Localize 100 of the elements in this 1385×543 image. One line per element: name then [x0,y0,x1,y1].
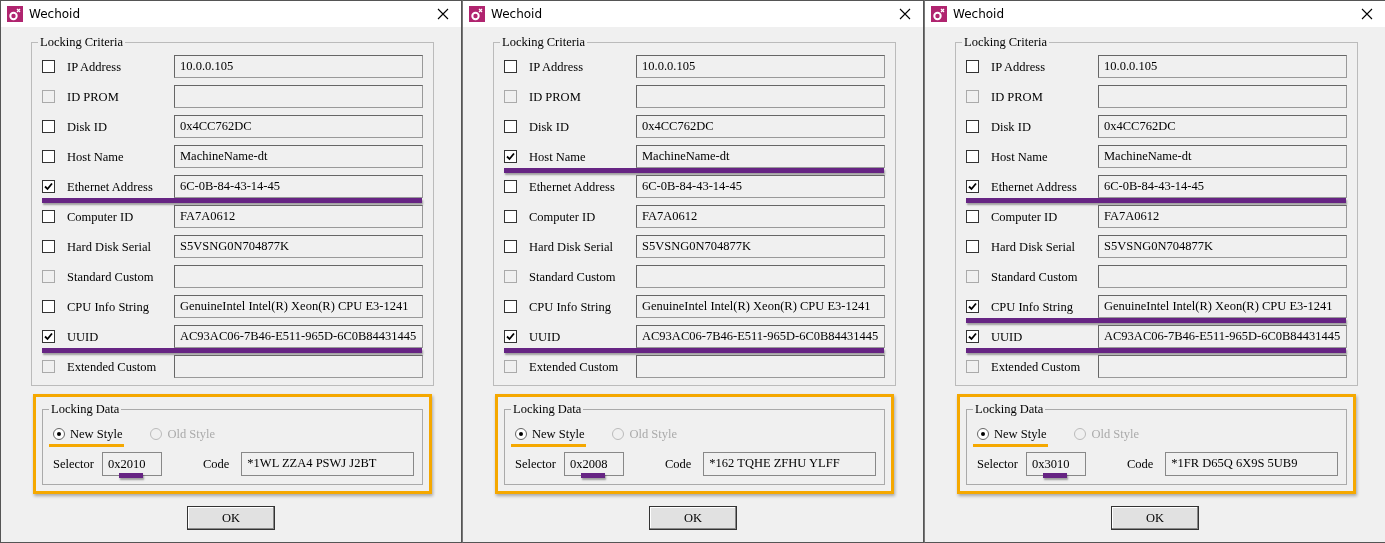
value-field[interactable]: 6C-0B-84-43-14-45 [636,174,885,198]
selector-label: Selector [977,455,1018,473]
checkbox[interactable] [504,59,517,73]
code-field[interactable]: *1WL ZZA4 PSWJ J2BT [241,452,414,476]
value-field[interactable]: 0x4CC762DC [1098,114,1347,138]
selector-value: 0x2008 [569,457,608,471]
checkbox[interactable] [966,119,979,133]
checkbox[interactable] [504,149,517,163]
checkbox[interactable] [966,239,979,253]
value-field[interactable]: FA7A0612 [636,204,885,228]
value-field[interactable]: 6C-0B-84-43-14-45 [1098,174,1347,198]
radio-button[interactable] [515,428,527,440]
checkbox[interactable] [966,149,979,163]
radio-button[interactable] [53,428,65,440]
checkbox[interactable] [504,209,517,223]
checkbox[interactable] [966,209,979,223]
value-field[interactable]: 0x4CC762DC [636,114,885,138]
value-field[interactable]: S5VSNG0N704877K [174,234,423,258]
criterion-label: Hard Disk Serial [67,239,152,257]
checkbox[interactable] [504,179,517,193]
value-field[interactable]: MachineName-dt [636,144,885,168]
code-label: Code [202,455,230,473]
criterion-label: Computer ID [529,209,597,227]
value-field[interactable]: 10.0.0.105 [1098,54,1347,78]
value-field[interactable]: AC93AC06-7B46-E511-965D-6C0B84431445 [1098,324,1347,348]
criterion-label: ID PROM [67,89,120,107]
checkbox[interactable] [504,119,517,133]
value-field[interactable]: MachineName-dt [174,144,423,168]
ok-button[interactable]: OK [1111,506,1199,530]
criterion-label: Disk ID [67,119,108,137]
checkbox[interactable] [966,329,979,343]
group-title: Locking Data [49,401,122,417]
criterion-label: Standard Custom [529,269,617,287]
criterion-label: Hard Disk Serial [529,239,614,257]
value-field[interactable]: GenuineIntel Intel(R) Xeon(R) CPU E3-1241 [636,294,885,318]
value-field[interactable]: GenuineIntel Intel(R) Xeon(R) CPU E3-1241 [1098,294,1347,318]
selector-field[interactable]: 0x3010 [1025,452,1086,476]
value-field[interactable]: S5VSNG0N704877K [1098,234,1347,258]
checkbox[interactable] [42,209,55,223]
code-field[interactable]: *1FR D65Q 6X9S 5UB9 [1165,452,1338,476]
value-field[interactable]: S5VSNG0N704877K [636,234,885,258]
radio-label: New Style [70,425,123,443]
checkbox[interactable] [966,179,979,193]
selector-field[interactable]: 0x2008 [563,452,624,476]
group-title: Locking Criteria [962,34,1049,50]
ok-button[interactable]: OK [187,506,275,530]
checkbox[interactable] [966,299,979,313]
criterion-label: Computer ID [991,209,1059,227]
radio-label: New Style [532,425,585,443]
code-field[interactable]: *162 TQHE ZFHU YLFF [703,452,876,476]
group-title: Locking Criteria [500,34,587,50]
value-field[interactable]: AC93AC06-7B46-E511-965D-6C0B84431445 [636,324,885,348]
ok-button[interactable]: OK [649,506,737,530]
selector-field[interactable]: 0x2010 [101,452,162,476]
close-icon[interactable] [437,8,449,20]
value-field[interactable]: MachineName-dt [1098,144,1347,168]
criterion-label: Standard Custom [991,269,1079,287]
close-icon[interactable] [1361,8,1373,20]
checkbox[interactable] [42,329,55,343]
criterion-label: Host Name [529,149,587,167]
value-field[interactable]: 10.0.0.105 [174,54,423,78]
criterion-label: Extended Custom [529,359,620,377]
criterion-label: IP Address [529,59,585,77]
criterion-label: Disk ID [529,119,570,137]
highlight-underline [580,473,605,478]
checkbox[interactable] [42,119,55,133]
radio-label: Old Style [1091,425,1139,443]
value-field[interactable]: 10.0.0.105 [636,54,885,78]
app-logo-icon [931,6,947,22]
criterion-label: IP Address [991,59,1047,77]
checkbox[interactable] [504,299,517,313]
checkbox[interactable] [42,149,55,163]
group-title: Locking Criteria [38,34,125,50]
radio-button[interactable] [977,428,989,440]
close-icon[interactable] [899,8,911,20]
value-field[interactable]: FA7A0612 [1098,204,1347,228]
app-logo-icon [7,6,23,22]
code-label: Code [1126,455,1154,473]
value-field[interactable]: AC93AC06-7B46-E511-965D-6C0B84431445 [174,324,423,348]
checkbox[interactable] [966,59,979,73]
group-title: Locking Data [973,401,1046,417]
radio-label: New Style [994,425,1047,443]
checkbox[interactable] [42,239,55,253]
app-logo-icon [469,6,485,22]
highlight-underline [118,473,143,478]
criterion-label: CPU Info String [991,299,1074,317]
checkbox[interactable] [504,239,517,253]
value-field[interactable]: FA7A0612 [174,204,423,228]
checkbox[interactable] [42,179,55,193]
value-field[interactable]: 6C-0B-84-43-14-45 [174,174,423,198]
value-field[interactable]: 0x4CC762DC [174,114,423,138]
window-title: Wechoid [953,6,1006,23]
selector-value: 0x2010 [107,457,146,471]
radio-label: Old Style [167,425,215,443]
checkbox[interactable] [504,329,517,343]
value-field[interactable]: GenuineIntel Intel(R) Xeon(R) CPU E3-1241 [174,294,423,318]
checkbox[interactable] [42,59,55,73]
checkbox[interactable] [42,299,55,313]
selector-label: Selector [53,455,94,473]
criterion-label: Ethernet Address [991,179,1078,197]
